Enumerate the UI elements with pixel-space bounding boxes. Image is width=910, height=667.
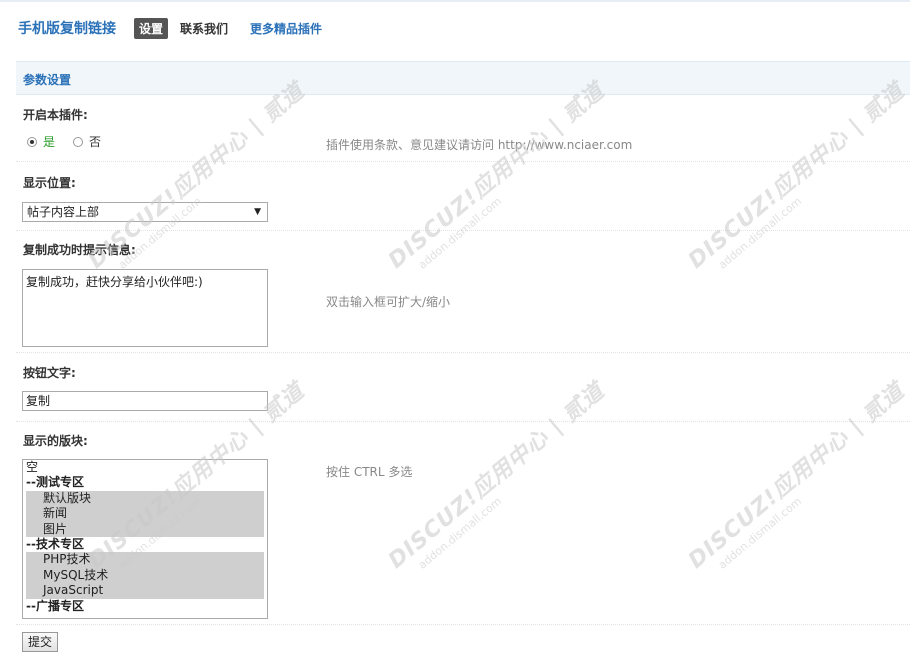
position-select-value: 帖子内容上部 bbox=[27, 205, 100, 219]
watermark: DISCUZ!应用中心 | 贰道 addon.dismall.com bbox=[380, 74, 619, 284]
position-label: 显示位置: bbox=[23, 176, 76, 190]
forum-group: --广播专区 bbox=[26, 598, 84, 613]
forum-option[interactable]: 新闻 bbox=[26, 506, 264, 522]
forum-group: --测试专区 bbox=[26, 475, 84, 490]
forum-group: --技术专区 bbox=[26, 536, 84, 551]
watermark-line2: addon.dismall.com bbox=[115, 194, 205, 272]
watermark: DISCUZ!应用中心 | 贰道 addon.dismall.com bbox=[680, 374, 910, 584]
watermark-line2: addon.dismall.com bbox=[415, 194, 505, 272]
divider bbox=[16, 230, 910, 231]
forum-option[interactable]: 图片 bbox=[26, 521, 264, 537]
section-header: 参数设置 bbox=[16, 61, 910, 95]
forum-option[interactable]: 空 bbox=[23, 460, 267, 475]
radio-yes[interactable] bbox=[27, 136, 37, 147]
watermark-line2: addon.dismall.com bbox=[415, 494, 505, 572]
success-message-textarea[interactable]: 复制成功，赶快分享给小伙伴吧:) bbox=[22, 269, 268, 347]
forum-option[interactable]: JavaScript bbox=[26, 583, 264, 599]
tab-settings[interactable]: 设置 bbox=[134, 17, 169, 39]
enable-plugin-radio-group: 是 否 bbox=[27, 133, 101, 150]
forum-option[interactable]: PHP技术 bbox=[26, 552, 264, 568]
tab-more-plugins[interactable]: 更多精品插件 bbox=[250, 20, 322, 37]
forum-option[interactable]: MySQL技术 bbox=[26, 567, 264, 584]
button-text-label: 按钮文字: bbox=[23, 366, 76, 380]
success-message-hint: 双击输入框可扩大/缩小 bbox=[326, 295, 451, 309]
success-message-label: 复制成功时提示信息: bbox=[23, 243, 136, 257]
watermark-line1: DISCUZ!应用中心 | 贰道 bbox=[683, 78, 910, 274]
forums-hint: 按住 CTRL 多选 bbox=[326, 465, 413, 479]
watermark-line1: DISCUZ!应用中心 | 贰道 bbox=[383, 78, 610, 274]
watermark-line1: DISCUZ!应用中心 | 贰道 bbox=[683, 378, 910, 574]
divider bbox=[16, 352, 910, 353]
button-text-input[interactable]: 复制 bbox=[22, 391, 268, 411]
radio-no[interactable] bbox=[73, 136, 84, 147]
divider bbox=[16, 624, 910, 625]
plugin-header: 手机版复制链接 设置 联系我们 更多精品插件 bbox=[18, 17, 334, 39]
dropdown-arrow-icon: ▼ bbox=[254, 207, 261, 217]
tab-contact[interactable]: 联系我们 bbox=[180, 20, 228, 37]
position-select[interactable]: 帖子内容上部 ▼ bbox=[22, 202, 268, 222]
watermark-line2: addon.dismall.com bbox=[715, 194, 805, 272]
radio-no-label[interactable]: 否 bbox=[89, 133, 101, 150]
watermark-line2: addon.dismall.com bbox=[715, 494, 805, 572]
submit-button[interactable]: 提交 bbox=[22, 632, 59, 652]
radio-yes-label[interactable]: 是 bbox=[43, 133, 55, 150]
forums-multiselect[interactable]: 空 --测试专区 默认版块 新闻 图片 --技术专区 PHP技术 MySQL技术… bbox=[22, 459, 268, 619]
enable-plugin-hint: 插件使用条款、意见建议请访问 http://www.nciaer.com bbox=[326, 138, 633, 152]
app-title: 手机版复制链接 bbox=[18, 21, 116, 37]
watermark-line1: DISCUZ!应用中心 | 贰道 bbox=[383, 378, 610, 574]
forums-label: 显示的版块: bbox=[23, 434, 88, 448]
watermark: DISCUZ!应用中心 | 贰道 addon.dismall.com bbox=[680, 74, 910, 284]
enable-plugin-label: 开启本插件: bbox=[23, 108, 88, 122]
divider bbox=[16, 161, 910, 162]
section-title: 参数设置 bbox=[23, 73, 72, 87]
watermark: DISCUZ!应用中心 | 贰道 addon.dismall.com bbox=[380, 374, 619, 584]
forum-option[interactable]: 默认版块 bbox=[26, 490, 264, 507]
top-border bbox=[0, 0, 910, 2]
divider bbox=[16, 421, 910, 422]
